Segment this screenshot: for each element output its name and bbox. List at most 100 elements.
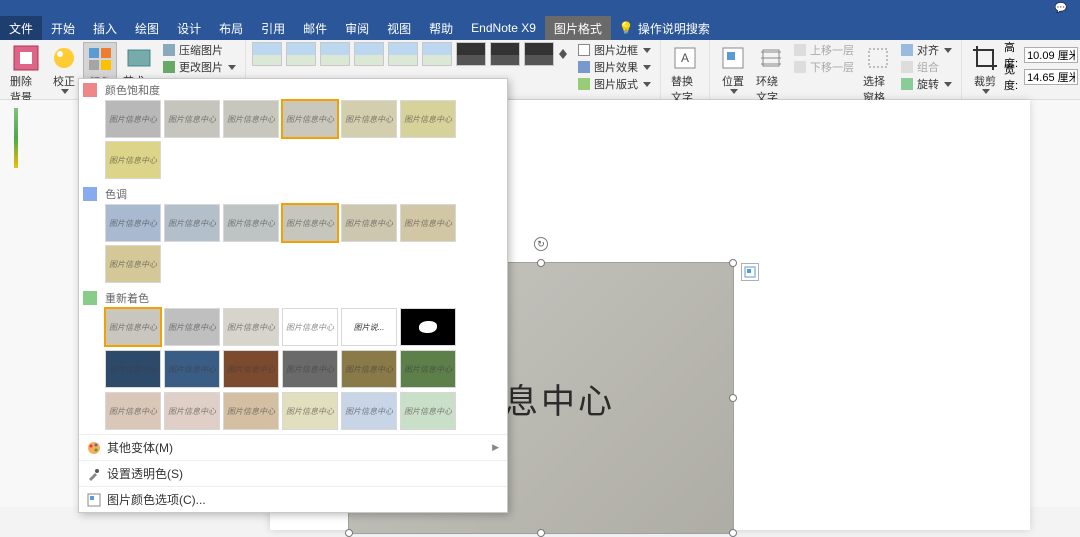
backward-icon <box>794 61 806 73</box>
color-swatch[interactable]: 图片信息中心 <box>400 392 456 430</box>
picture-style-gallery[interactable] <box>252 42 567 66</box>
color-swatch[interactable]: 图片信息中心 <box>282 204 338 242</box>
resize-handle[interactable] <box>729 259 737 267</box>
style-thumb[interactable] <box>524 42 554 66</box>
chevron-down-icon <box>61 89 69 94</box>
wrap-icon <box>757 44 785 72</box>
tab-picture-format[interactable]: 图片格式 <box>545 16 611 40</box>
corrections-button[interactable]: 校正 <box>47 42 81 96</box>
bring-forward-button: 上移一层 <box>791 42 857 58</box>
layout-options-button[interactable] <box>741 263 759 281</box>
color-swatch[interactable]: 图片信息中心 <box>400 100 456 138</box>
color-swatch[interactable]: 图片信息中心 <box>105 141 161 179</box>
tab-view[interactable]: 视图 <box>378 16 420 40</box>
color-swatch[interactable]: 图片信息中心 <box>341 350 397 388</box>
color-swatch[interactable]: 图片信息中心 <box>341 100 397 138</box>
color-swatch[interactable]: 图片信息中心 <box>282 350 338 388</box>
tab-file[interactable]: 文件 <box>0 16 42 40</box>
color-swatch[interactable]: 图片信息中心 <box>341 392 397 430</box>
recolor-row-3: 图片信息中心图片信息中心图片信息中心图片信息中心图片信息中心图片信息中心 <box>99 392 507 434</box>
style-thumb[interactable] <box>320 42 350 66</box>
color-swatch[interactable]: 图片信息中心 <box>282 100 338 138</box>
style-thumb[interactable] <box>286 42 316 66</box>
chevron-down-icon <box>643 48 651 53</box>
color-swatch[interactable]: 图片信息中心 <box>164 100 220 138</box>
color-swatch[interactable]: 图片信息中心 <box>223 350 279 388</box>
color-swatch[interactable]: 图片信息中心 <box>223 204 279 242</box>
tab-mailings[interactable]: 邮件 <box>294 16 336 40</box>
rotate-button[interactable]: 旋转 <box>898 76 955 92</box>
color-swatch[interactable]: 图片信息中心 <box>105 245 161 283</box>
color-swatch[interactable]: 图片信息中心 <box>164 308 220 346</box>
group-size: 裁剪 高度: ▲▼ 宽度: ▲▼ 大小 <box>962 40 1080 99</box>
color-swatch[interactable] <box>400 308 456 346</box>
color-swatch[interactable]: 图片信息中心 <box>105 100 161 138</box>
more-variants-item[interactable]: 其他变体(M) ▶ <box>79 434 507 460</box>
color-swatch[interactable]: 图片信息中心 <box>164 350 220 388</box>
color-swatch[interactable]: 图片信息中心 <box>341 204 397 242</box>
color-swatch[interactable]: 图片信息中心 <box>223 308 279 346</box>
resize-handle[interactable] <box>345 529 353 537</box>
set-transparent-item[interactable]: 设置透明色(S) <box>79 460 507 486</box>
picture-border-button[interactable]: 图片边框 <box>575 42 654 58</box>
chevron-down-icon <box>559 54 567 59</box>
color-swatch[interactable]: 图片信息中心 <box>400 204 456 242</box>
tab-endnote[interactable]: EndNote X9 <box>462 16 545 40</box>
tab-review[interactable]: 审阅 <box>336 16 378 40</box>
color-swatch[interactable]: 图片信息中心 <box>223 392 279 430</box>
style-thumb[interactable] <box>422 42 452 66</box>
color-swatch[interactable]: 图片信息中心 <box>282 308 338 346</box>
compress-pictures-button[interactable]: 压缩图片 <box>160 42 239 58</box>
color-icon <box>86 45 114 73</box>
style-thumb[interactable] <box>490 42 520 66</box>
tab-references[interactable]: 引用 <box>252 16 294 40</box>
color-swatch[interactable]: 图片信息中心 <box>105 392 161 430</box>
style-thumb[interactable] <box>252 42 282 66</box>
style-thumb[interactable] <box>456 42 486 66</box>
picture-layout-button[interactable]: 图片版式 <box>575 76 654 92</box>
tab-layout[interactable]: 布局 <box>210 16 252 40</box>
color-swatch[interactable]: 图片信息中心 <box>105 350 161 388</box>
align-button[interactable]: 对齐 <box>898 42 955 58</box>
gallery-more-button[interactable] <box>558 49 567 59</box>
tab-draw[interactable]: 绘图 <box>126 16 168 40</box>
color-swatch[interactable]: 图片信息中心 <box>223 100 279 138</box>
tab-insert[interactable]: 插入 <box>84 16 126 40</box>
picture-color-options-item[interactable]: 图片颜色选项(C)... <box>79 486 507 512</box>
tell-me-search[interactable]: 💡 操作说明搜索 <box>611 16 718 40</box>
chevron-down-icon <box>730 89 738 94</box>
resize-handle[interactable] <box>537 529 545 537</box>
height-input[interactable] <box>1024 47 1078 63</box>
group-button: 组合 <box>898 59 955 75</box>
color-swatch[interactable]: 图片信息中心 <box>282 392 338 430</box>
width-input[interactable] <box>1024 69 1078 85</box>
tab-help[interactable]: 帮助 <box>420 16 462 40</box>
change-picture-button[interactable]: 更改图片 <box>160 59 239 75</box>
color-swatch[interactable]: 图片信息中心 <box>105 308 161 346</box>
position-button[interactable]: 位置 <box>716 42 750 96</box>
alt-text-button[interactable]: A 替换文字 <box>667 42 703 107</box>
color-swatch[interactable]: 图片信息中心 <box>105 204 161 242</box>
tab-home[interactable]: 开始 <box>42 16 84 40</box>
title-bar: 💬 <box>0 0 1080 16</box>
width-field[interactable]: 宽度: ▲▼ <box>1004 68 1080 86</box>
color-swatch[interactable]: 图片信息中心 <box>164 204 220 242</box>
picture-effects-button[interactable]: 图片效果 <box>575 59 654 75</box>
color-swatch[interactable]: 图片信息中心 <box>164 392 220 430</box>
crop-button[interactable]: 裁剪 <box>968 42 1002 96</box>
resize-handle[interactable] <box>537 259 545 267</box>
svg-text:A: A <box>681 51 689 65</box>
tab-design[interactable]: 设计 <box>168 16 210 40</box>
comments-icon[interactable]: 💬 <box>1052 2 1070 14</box>
compress-icon <box>163 44 175 56</box>
color-swatch[interactable]: 图片说... <box>341 308 397 346</box>
rotate-handle[interactable]: ↻ <box>534 237 548 251</box>
style-thumb[interactable] <box>388 42 418 66</box>
style-thumb[interactable] <box>354 42 384 66</box>
selection-pane-button[interactable]: 选择窗格 <box>859 42 896 107</box>
resize-handle[interactable] <box>729 394 737 402</box>
resize-handle[interactable] <box>729 529 737 537</box>
color-swatch[interactable]: 图片信息中心 <box>400 350 456 388</box>
remove-background-button[interactable]: 删除背景 <box>6 42 45 107</box>
eyedropper-icon <box>87 467 101 481</box>
